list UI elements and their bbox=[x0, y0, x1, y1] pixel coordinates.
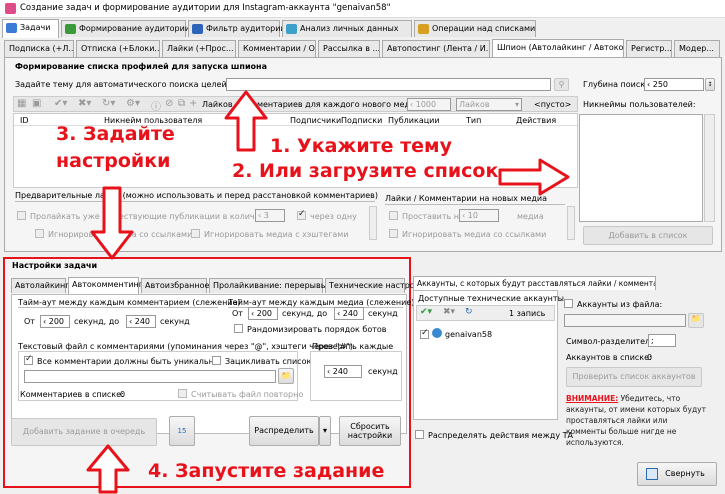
step2-annotation: 2. Или загрузите список bbox=[232, 160, 499, 182]
step4-annotation: 4. Запустите задание bbox=[148, 460, 385, 482]
annotation-arrows bbox=[86, 90, 570, 494]
step3-annotation: 3. Задайте настройки bbox=[56, 123, 175, 172]
step1-annotation: 1. Укажите тему bbox=[270, 135, 452, 157]
